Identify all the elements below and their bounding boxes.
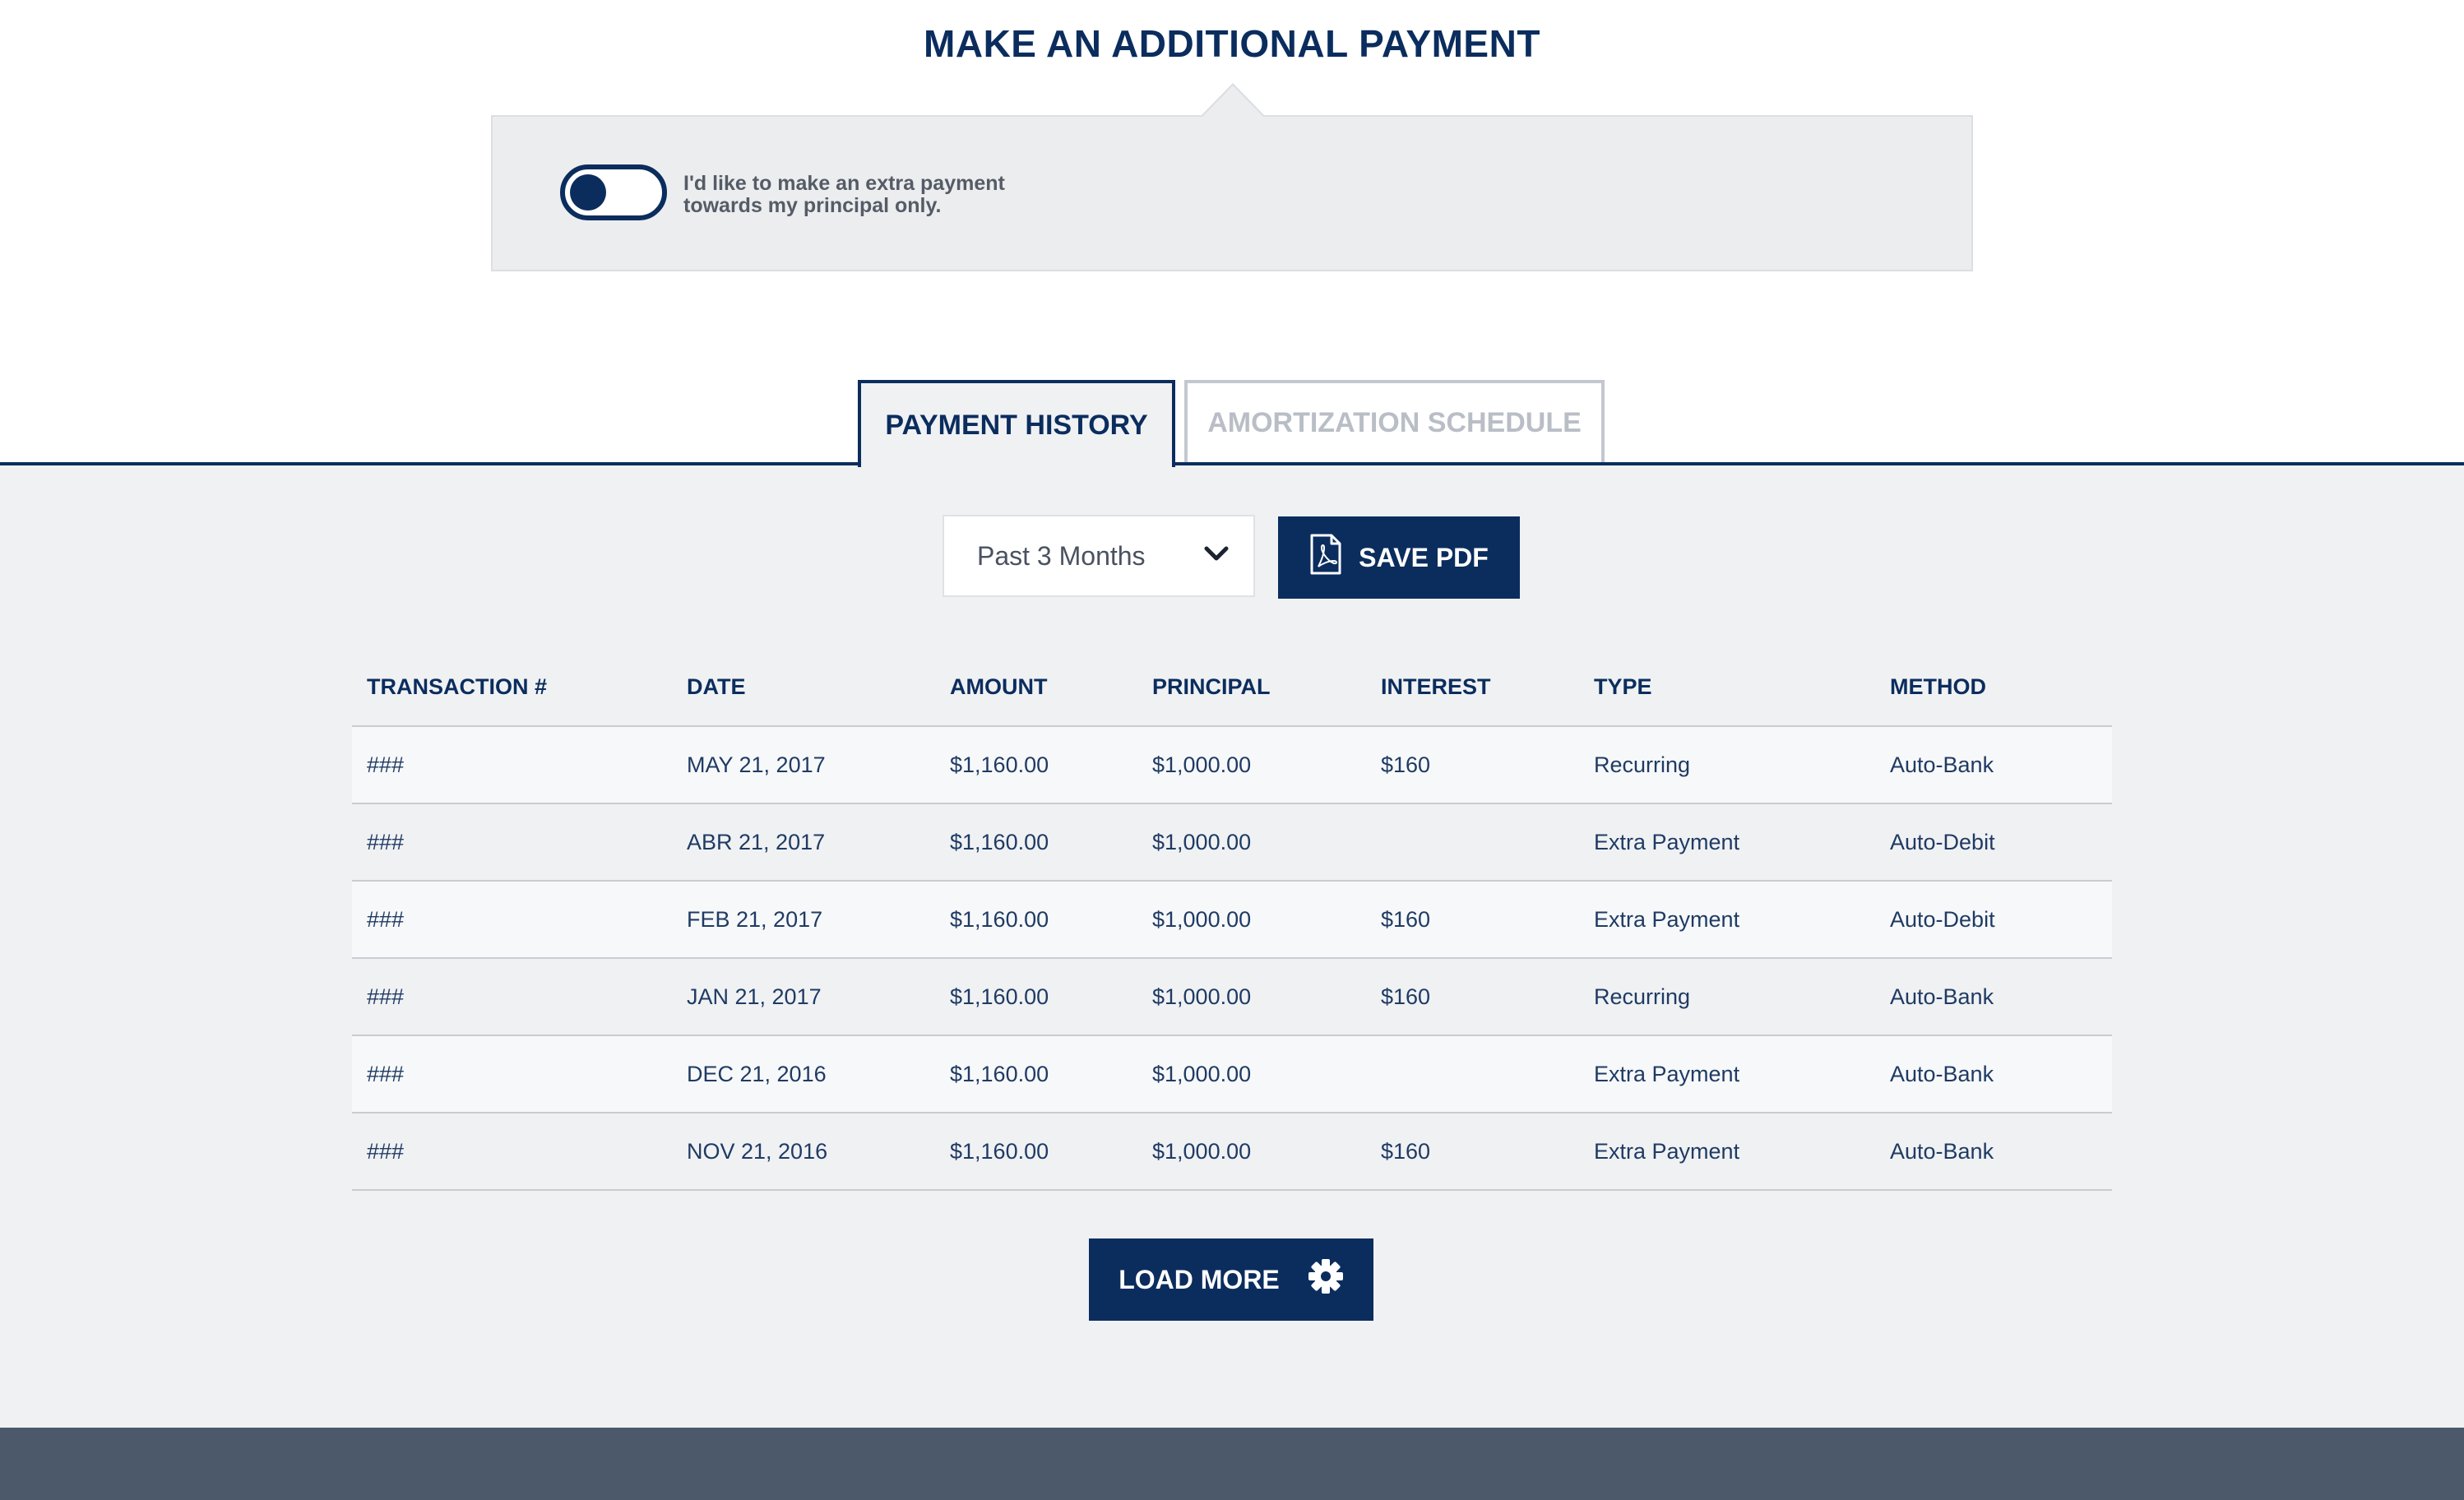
toggle-knob xyxy=(570,174,606,211)
pdf-file-icon xyxy=(1309,534,1359,581)
date-range-select[interactable]: Past 3 Months xyxy=(943,515,1255,597)
header-principal: PRINCIPAL xyxy=(1137,648,1366,727)
cell-amount: $1,160.00 xyxy=(935,726,1137,804)
header-transaction: TRANSACTION # xyxy=(352,648,672,727)
cell-principal: $1,000.00 xyxy=(1137,1113,1366,1191)
extra-payment-box: I'd like to make an extra payment toward… xyxy=(491,115,1973,271)
header-amount: AMOUNT xyxy=(935,648,1137,727)
cell-amount: $1,160.00 xyxy=(935,1113,1137,1191)
cell-method: Auto-Bank xyxy=(1875,1035,2112,1113)
cell-transaction: ### xyxy=(352,1035,672,1113)
cell-amount: $1,160.00 xyxy=(935,1035,1137,1113)
cell-type: Recurring xyxy=(1579,726,1875,804)
cell-date: JAN 21, 2017 xyxy=(672,958,935,1036)
cell-amount: $1,160.00 xyxy=(935,881,1137,959)
cell-transaction: ### xyxy=(352,803,672,882)
toggle-label-line-2: towards my principal only. xyxy=(683,194,942,217)
section-title: MAKE AN ADDITIONAL PAYMENT xyxy=(924,22,1540,65)
cell-amount: $1,160.00 xyxy=(935,958,1137,1036)
toggle-label-line-1: I'd like to make an extra payment xyxy=(683,172,1005,195)
cell-method: Auto-Debit xyxy=(1875,881,2112,959)
cell-interest: $160 xyxy=(1366,1113,1579,1191)
cell-type: Extra Payment xyxy=(1579,881,1875,959)
cell-principal: $1,000.00 xyxy=(1137,803,1366,882)
page-footer xyxy=(0,1428,2464,1500)
cell-principal: $1,000.00 xyxy=(1137,1035,1366,1113)
toggle-label: I'd like to make an extra payment toward… xyxy=(683,173,1062,217)
cell-date: NOV 21, 2016 xyxy=(672,1113,935,1191)
cell-method: Auto-Bank xyxy=(1875,1113,2112,1191)
load-more-button[interactable]: LOAD MORE xyxy=(1089,1238,1373,1321)
cell-principal: $1,000.00 xyxy=(1137,726,1366,804)
extra-payment-toggle[interactable] xyxy=(560,164,667,220)
cell-interest xyxy=(1366,1035,1579,1113)
chevron-down-icon xyxy=(1204,546,1229,567)
save-pdf-button[interactable]: SAVE PDF xyxy=(1278,516,1520,599)
cell-interest: $160 xyxy=(1366,958,1579,1036)
table-row: ### DEC 21, 2016 $1,160.00 $1,000.00 Ext… xyxy=(352,1035,2112,1113)
cell-interest: $160 xyxy=(1366,726,1579,804)
header-interest: INTEREST xyxy=(1366,648,1579,727)
gear-icon xyxy=(1280,1258,1344,1301)
cell-amount: $1,160.00 xyxy=(935,803,1137,882)
cell-date: ABR 21, 2017 xyxy=(672,803,935,882)
callout-pointer-fill xyxy=(1202,86,1264,118)
tab-payment-history[interactable]: PAYMENT HISTORY xyxy=(858,380,1175,467)
table-row: ### NOV 21, 2016 $1,160.00 $1,000.00 $16… xyxy=(352,1113,2112,1191)
cell-date: FEB 21, 2017 xyxy=(672,881,935,959)
cell-principal: $1,000.00 xyxy=(1137,881,1366,959)
cell-type: Extra Payment xyxy=(1579,1035,1875,1113)
cell-interest: $160 xyxy=(1366,881,1579,959)
payment-history-table: TRANSACTION # DATE AMOUNT PRINCIPAL INTE… xyxy=(352,648,2112,1191)
table-row: ### JAN 21, 2017 $1,160.00 $1,000.00 $16… xyxy=(352,958,2112,1036)
cell-transaction: ### xyxy=(352,958,672,1036)
table-row: ### MAY 21, 2017 $1,160.00 $1,000.00 $16… xyxy=(352,726,2112,804)
cell-method: Auto-Bank xyxy=(1875,726,2112,804)
header-type: TYPE xyxy=(1579,648,1875,727)
save-pdf-label: SAVE PDF xyxy=(1359,542,1489,572)
cell-type: Extra Payment xyxy=(1579,1113,1875,1191)
table-row: ### ABR 21, 2017 $1,160.00 $1,000.00 Ext… xyxy=(352,803,2112,882)
header-method: METHOD xyxy=(1875,648,2112,727)
cell-type: Recurring xyxy=(1579,958,1875,1036)
load-more-label: LOAD MORE xyxy=(1119,1264,1280,1294)
table-row: ### FEB 21, 2017 $1,160.00 $1,000.00 $16… xyxy=(352,881,2112,959)
cell-type: Extra Payment xyxy=(1579,803,1875,882)
table-header-row: TRANSACTION # DATE AMOUNT PRINCIPAL INTE… xyxy=(352,648,2112,727)
cell-transaction: ### xyxy=(352,726,672,804)
cell-date: MAY 21, 2017 xyxy=(672,726,935,804)
cell-method: Auto-Debit xyxy=(1875,803,2112,882)
cell-transaction: ### xyxy=(352,1113,672,1191)
cell-principal: $1,000.00 xyxy=(1137,958,1366,1036)
tabs-divider xyxy=(0,462,2464,465)
cell-transaction: ### xyxy=(352,881,672,959)
cell-date: DEC 21, 2016 xyxy=(672,1035,935,1113)
tab-amortization-schedule[interactable]: AMORTIZATION SCHEDULE xyxy=(1184,380,1605,462)
cell-interest xyxy=(1366,803,1579,882)
header-date: DATE xyxy=(672,648,935,727)
cell-method: Auto-Bank xyxy=(1875,958,2112,1036)
date-range-value: Past 3 Months xyxy=(977,540,1146,571)
